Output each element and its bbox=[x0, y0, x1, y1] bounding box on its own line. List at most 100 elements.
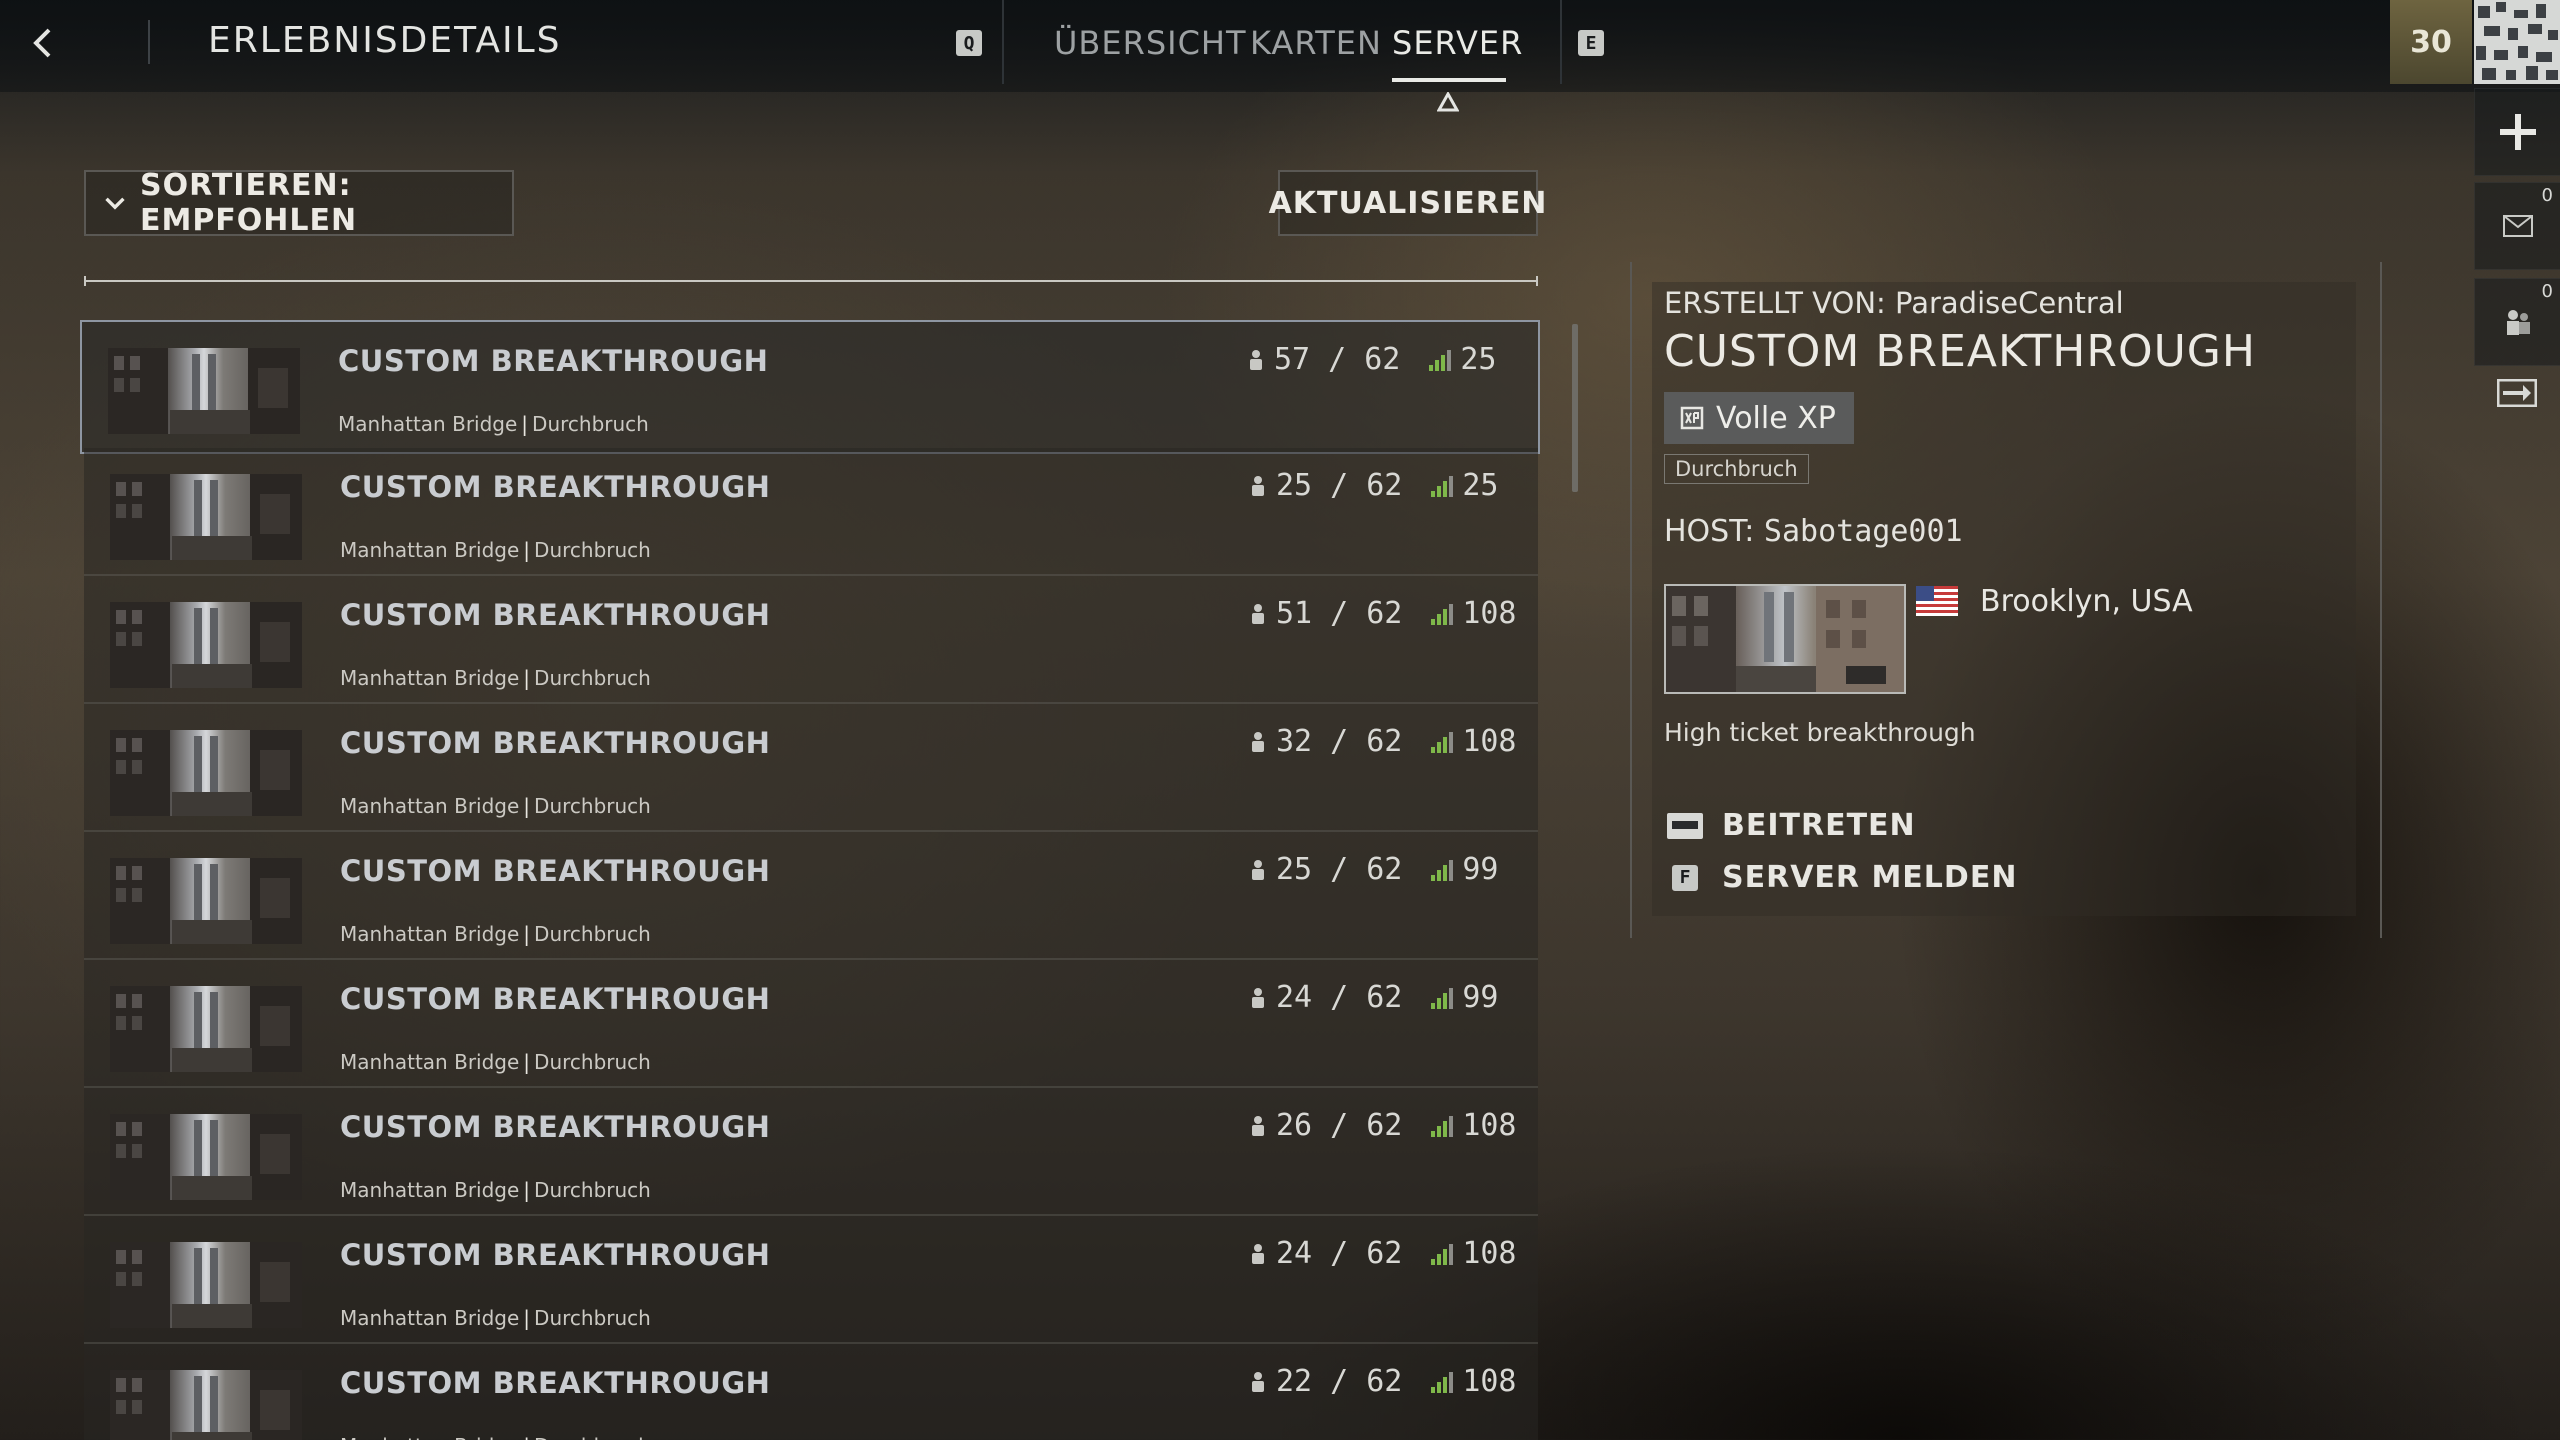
server-row[interactable]: CUSTOM BREAKTHROUGH Manhattan Bridge|Dur… bbox=[84, 1088, 1538, 1216]
server-location: Brooklyn, USA bbox=[1980, 584, 2193, 619]
server-map-mode: Manhattan Bridge|Durchbruch bbox=[340, 538, 651, 562]
ping-signal-icon bbox=[1431, 1243, 1454, 1265]
player-count: 24 bbox=[1276, 980, 1313, 1015]
join-button[interactable]: BEITRETEN bbox=[1666, 808, 1916, 843]
sort-label: SORTIEREN: EMPFOHLEN bbox=[139, 168, 358, 238]
back-button[interactable] bbox=[22, 22, 62, 64]
server-mode: Durchbruch bbox=[534, 538, 651, 562]
join-label: BEITRETEN bbox=[1722, 808, 1916, 843]
server-row[interactable]: CUSTOM BREAKTHROUGH Manhattan Bridge|Dur… bbox=[84, 1344, 1538, 1440]
server-mode: Durchbruch bbox=[534, 1050, 651, 1074]
enter-key-icon bbox=[1667, 812, 1703, 839]
list-scrollbar[interactable] bbox=[1572, 324, 1578, 492]
server-stats: 22 / 62 108 bbox=[1250, 1364, 1517, 1399]
server-map: Manhattan Bridge bbox=[340, 794, 520, 818]
server-mode: Durchbruch bbox=[534, 1434, 651, 1440]
detail-title: CUSTOM BREAKTHROUGH bbox=[1664, 326, 2256, 377]
player-max: 62 bbox=[1366, 724, 1403, 759]
us-flag-icon bbox=[1916, 586, 1958, 616]
exit-button[interactable] bbox=[2474, 350, 2560, 436]
server-map-mode: Manhattan Bridge|Durchbruch bbox=[340, 922, 651, 946]
ping-signal-icon bbox=[1431, 1115, 1454, 1137]
player-icon bbox=[1252, 987, 1264, 1008]
server-description: High ticket breakthrough bbox=[1664, 718, 1976, 747]
list-divider bbox=[84, 276, 1538, 286]
player-count: 24 bbox=[1276, 1236, 1313, 1271]
squad-count: 0 bbox=[2541, 281, 2553, 302]
player-max: 62 bbox=[1366, 1108, 1403, 1143]
server-row[interactable]: CUSTOM BREAKTHROUGH Manhattan Bridge|Dur… bbox=[84, 704, 1538, 832]
creator-line: ERSTELLT VON: ParadiseCentral bbox=[1664, 286, 2124, 320]
server-ping: 108 bbox=[1462, 596, 1517, 631]
player-count: 22 bbox=[1276, 1364, 1313, 1399]
server-map-thumbnail bbox=[110, 730, 302, 816]
tab-overview[interactable]: ÜBERSICHT bbox=[1054, 24, 1247, 62]
server-row[interactable]: CUSTOM BREAKTHROUGH Manhattan Bridge|Dur… bbox=[84, 960, 1538, 1088]
server-row[interactable]: CUSTOM BREAKTHROUGH Manhattan Bridge|Dur… bbox=[84, 448, 1538, 576]
ping-signal-icon bbox=[1431, 475, 1454, 497]
plus-icon bbox=[2500, 114, 2536, 150]
refresh-button[interactable]: AKTUALISIEREN bbox=[1269, 170, 1546, 236]
server-map: Manhattan Bridge bbox=[340, 538, 520, 562]
exit-arrow-icon bbox=[2497, 379, 2537, 407]
player-level-badge[interactable]: 30 bbox=[2390, 0, 2472, 84]
player-avatar[interactable] bbox=[2474, 0, 2560, 84]
player-count: 32 bbox=[1276, 724, 1313, 759]
creator-name: ParadiseCentral bbox=[1895, 286, 2124, 320]
server-row[interactable]: CUSTOM BREAKTHROUGH Manhattan Bridge|Dur… bbox=[80, 320, 1540, 454]
player-count: 57 bbox=[1274, 342, 1311, 377]
server-ping: 108 bbox=[1462, 1364, 1517, 1399]
player-max: 62 bbox=[1364, 342, 1401, 377]
server-row[interactable]: CUSTOM BREAKTHROUGH Manhattan Bridge|Dur… bbox=[84, 1216, 1538, 1344]
player-icon bbox=[1252, 859, 1264, 880]
back-arrow-icon bbox=[33, 28, 51, 58]
chevron-down-icon bbox=[105, 197, 125, 210]
xp-badge: Volle XP bbox=[1664, 392, 1854, 444]
active-tab-caret-icon bbox=[1437, 92, 1459, 112]
server-map-mode: Manhattan Bridge|Durchbruch bbox=[340, 1050, 651, 1074]
player-level: 30 bbox=[2410, 24, 2452, 60]
ping-signal-icon bbox=[1429, 349, 1452, 371]
key-hint-prev-tab[interactable]: Q bbox=[956, 30, 982, 56]
server-mode: Durchbruch bbox=[534, 1306, 651, 1330]
server-map: Manhattan Bridge bbox=[340, 1434, 519, 1440]
add-friend-button[interactable] bbox=[2474, 88, 2560, 176]
player-count: 26 bbox=[1276, 1108, 1313, 1143]
report-label: SERVER MELDEN bbox=[1722, 860, 2018, 895]
server-ping: 108 bbox=[1462, 724, 1517, 759]
server-map-thumbnail bbox=[110, 986, 302, 1072]
player-count: 25 bbox=[1276, 852, 1313, 887]
tab-server[interactable]: SERVER bbox=[1392, 24, 1523, 62]
server-ping: 25 bbox=[1462, 468, 1499, 503]
squad-icon bbox=[2507, 310, 2530, 335]
key-hint-next-tab[interactable]: E bbox=[1578, 30, 1604, 56]
server-stats: 25 / 62 99 bbox=[1250, 852, 1498, 887]
server-row[interactable]: CUSTOM BREAKTHROUGH Manhattan Bridge|Dur… bbox=[84, 832, 1538, 960]
inbox-count: 0 bbox=[2541, 185, 2553, 206]
xp-label: Volle XP bbox=[1716, 400, 1836, 436]
server-map: Manhattan Bridge bbox=[340, 1178, 520, 1202]
player-icon bbox=[1250, 349, 1262, 370]
server-list: CUSTOM BREAKTHROUGH Manhattan Bridge | Dur… bbox=[80, 320, 1542, 1440]
player-icon bbox=[1252, 731, 1264, 752]
ping-signal-icon bbox=[1431, 603, 1454, 625]
server-row[interactable]: CUSTOM BREAKTHROUGH Manhattan Bridge|Dur… bbox=[84, 576, 1538, 704]
server-name: CUSTOM BREAKTHROUGH bbox=[340, 470, 771, 504]
server-ping: 99 bbox=[1462, 980, 1499, 1015]
player-icon bbox=[1252, 1115, 1264, 1136]
tab-maps[interactable]: KARTEN bbox=[1250, 24, 1382, 62]
detail-map-thumbnail bbox=[1664, 584, 1906, 694]
mail-icon bbox=[2503, 215, 2533, 237]
player-icon bbox=[1252, 1371, 1264, 1392]
server-map-mode: Manhattan Bridge|Durchbruch bbox=[340, 794, 651, 818]
server-mode: Durchbruch bbox=[534, 1178, 651, 1202]
xp-icon bbox=[1680, 406, 1704, 430]
sort-dropdown[interactable]: SORTIEREN: EMPFOHLEN bbox=[84, 168, 514, 238]
report-server-button[interactable]: F SERVER MELDEN bbox=[1666, 860, 2017, 895]
server-map: Manhattan Bridge bbox=[340, 1306, 520, 1330]
server-map-thumbnail bbox=[108, 348, 300, 434]
server-ping: 99 bbox=[1462, 852, 1499, 887]
inbox-button[interactable]: 0 bbox=[2474, 182, 2560, 270]
player-max: 62 bbox=[1366, 1236, 1403, 1271]
server-mode: Durchbruch bbox=[532, 412, 649, 436]
